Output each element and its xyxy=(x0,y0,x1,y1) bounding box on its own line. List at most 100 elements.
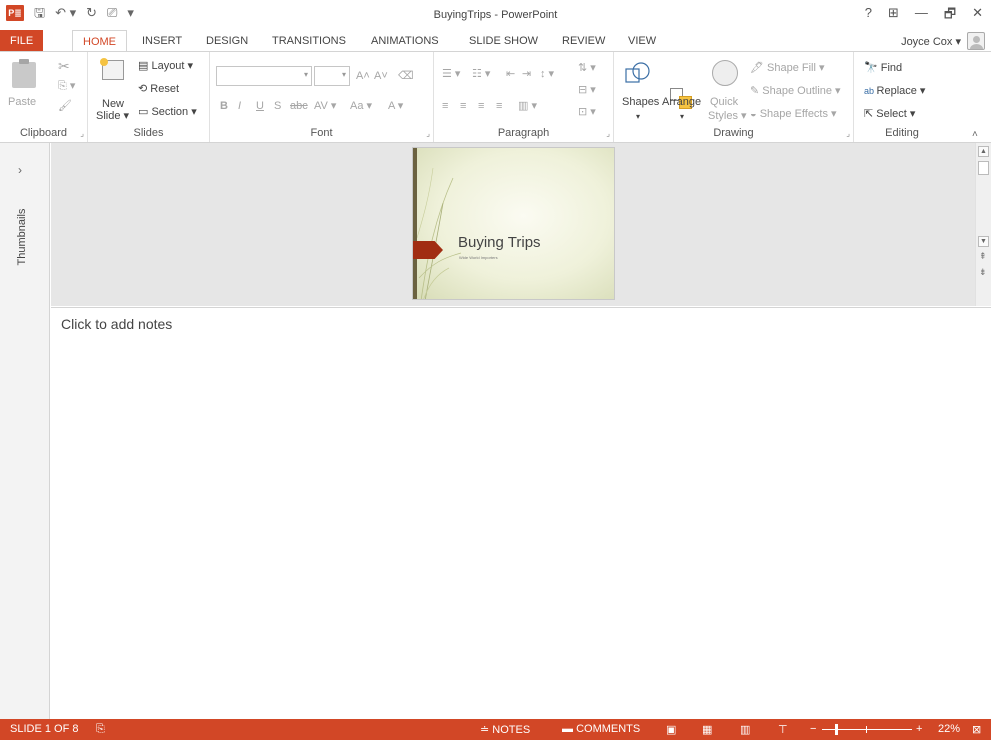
scroll-down-icon[interactable]: ▼ xyxy=(978,236,989,247)
window-title: BuyingTrips - PowerPoint xyxy=(433,9,558,21)
reset-button[interactable]: ⟲ Reset xyxy=(138,83,179,96)
tab-home[interactable]: HOME xyxy=(72,30,127,52)
align-text-icon[interactable]: ⊟ ▾ xyxy=(578,84,596,97)
align-left-icon[interactable]: ≡ xyxy=(442,100,448,113)
vertical-scrollbar[interactable]: ▲ ▼ ⇞ ⇟ xyxy=(975,143,991,306)
shape-fill-button[interactable]: 🖋 Shape Fill ▾ xyxy=(750,62,825,75)
minimize-icon[interactable]: — xyxy=(915,5,928,27)
notes-placeholder[interactable]: Click to add notes xyxy=(61,316,172,332)
font-color-button[interactable]: A ▾ xyxy=(388,100,403,113)
italic-button[interactable]: I xyxy=(238,100,241,113)
arrange-dropdown-icon[interactable]: ▾ xyxy=(680,110,684,123)
close-icon[interactable]: ✕ xyxy=(972,5,983,27)
quick-styles-button[interactable]: Quick xyxy=(710,96,738,109)
pen-icon: ✎ xyxy=(750,85,763,97)
line-spacing-icon[interactable]: ↕ ▾ xyxy=(540,68,554,81)
shadow-button[interactable]: S xyxy=(274,100,281,113)
quick-styles-icon[interactable] xyxy=(712,60,738,86)
tab-design[interactable]: DESIGN xyxy=(196,30,258,52)
ribbon-display-options-icon[interactable]: ⊞ xyxy=(888,5,899,27)
increase-indent-icon[interactable]: ⇥ xyxy=(522,68,531,81)
new-slide-icon[interactable] xyxy=(100,58,124,80)
tab-transitions[interactable]: TRANSITIONS xyxy=(262,30,356,52)
normal-view-icon[interactable]: ▣ xyxy=(666,723,676,736)
text-direction-icon[interactable]: ⇅ ▾ xyxy=(578,62,596,75)
tab-review[interactable]: REVIEW xyxy=(552,30,615,52)
font-launcher-icon[interactable]: ⌟ xyxy=(426,129,430,138)
tab-insert[interactable]: INSERT xyxy=(132,30,192,52)
tab-file[interactable]: FILE xyxy=(0,30,44,52)
spell-check-icon[interactable]: ⎘ xyxy=(96,723,105,736)
grow-font-button[interactable]: A˄ xyxy=(356,70,370,83)
zoom-slider-thumb[interactable] xyxy=(835,724,838,735)
tab-slide-show[interactable]: SLIDE SHOW xyxy=(459,30,548,52)
convert-smartart-icon[interactable]: ⊡ ▾ xyxy=(578,106,596,119)
comments-button[interactable]: ▬ COMMENTS xyxy=(562,723,640,735)
columns-icon[interactable]: ▥ ▾ xyxy=(518,100,537,113)
shape-outline-button[interactable]: ✎ Shape Outline ▾ xyxy=(750,85,841,98)
slide-show-icon[interactable]: ⊤ xyxy=(778,723,788,736)
strikethrough-button[interactable]: abc xyxy=(290,100,308,113)
previous-slide-icon[interactable]: ⇞ xyxy=(979,251,987,262)
shapes-dropdown-icon[interactable]: ▾ xyxy=(636,110,640,123)
cut-icon[interactable]: ✂ xyxy=(58,59,70,73)
new-slide-dropdown[interactable]: Slide ▾ xyxy=(96,110,129,123)
shapes-button[interactable]: Shapes xyxy=(622,96,659,109)
bold-button[interactable]: B xyxy=(220,100,228,113)
zoom-in-icon[interactable]: + xyxy=(916,723,922,735)
help-icon[interactable]: ? xyxy=(865,5,872,27)
change-case-button[interactable]: Aa ▾ xyxy=(350,100,372,113)
slide-sorter-icon[interactable]: ▦ xyxy=(702,723,712,736)
bullets-icon[interactable]: ☰ ▾ xyxy=(442,68,460,81)
paste-icon[interactable] xyxy=(12,59,36,88)
numbering-icon[interactable]: ☷ ▾ xyxy=(472,68,490,81)
character-spacing-button[interactable]: AV ▾ xyxy=(314,100,336,113)
clipboard-launcher-icon[interactable]: ⌟ xyxy=(80,129,84,138)
font-family-dropdown[interactable]: ▾ xyxy=(216,66,312,86)
tab-view[interactable]: VIEW xyxy=(618,30,666,52)
align-right-icon[interactable]: ≡ xyxy=(478,100,484,113)
clear-formatting-icon[interactable]: ⌫ xyxy=(398,70,414,83)
fit-to-window-icon[interactable]: ⊠ xyxy=(972,723,981,736)
tab-animations[interactable]: ANIMATIONS xyxy=(361,30,449,52)
notes-pane[interactable]: Click to add notes xyxy=(51,307,991,719)
shapes-icon[interactable] xyxy=(624,60,652,86)
slide-counter[interactable]: SLIDE 1 OF 8 xyxy=(10,723,78,735)
scroll-up-icon[interactable]: ▲ xyxy=(978,146,989,157)
reading-view-icon[interactable]: ▥ xyxy=(740,723,750,736)
expand-thumbnails-icon[interactable]: › xyxy=(18,163,22,177)
copy-icon[interactable]: ⎘ ▾ xyxy=(58,80,75,93)
notes-button[interactable]: ≐ NOTES xyxy=(480,723,530,736)
underline-button[interactable]: U xyxy=(256,100,264,113)
format-painter-icon[interactable]: 🖌 xyxy=(58,100,72,113)
layout-button[interactable]: ▤ Layout ▾ xyxy=(138,60,193,73)
slide-canvas[interactable]: Buying Trips Wide World Importers xyxy=(412,147,615,300)
paste-button[interactable]: Paste xyxy=(8,96,36,109)
avatar[interactable] xyxy=(967,32,985,50)
next-slide-icon[interactable]: ⇟ xyxy=(979,267,987,278)
zoom-level[interactable]: 22% xyxy=(938,723,960,735)
shape-effects-button[interactable]: ◒ Shape Effects ▾ xyxy=(750,108,837,121)
slide-title[interactable]: Buying Trips xyxy=(458,234,541,251)
user-name[interactable]: Joyce Cox ▾ xyxy=(901,35,961,48)
justify-icon[interactable]: ≡ xyxy=(496,100,502,113)
arrange-button[interactable]: Arrange xyxy=(662,96,701,109)
align-center-icon[interactable]: ≡ xyxy=(460,100,466,113)
section-button[interactable]: ▭ Section ▾ xyxy=(138,106,197,119)
drawing-launcher-icon[interactable]: ⌟ xyxy=(846,129,850,138)
shrink-font-button[interactable]: A˅ xyxy=(374,70,388,83)
select-button[interactable]: ⇱ Select ▾ xyxy=(864,108,915,121)
font-size-dropdown[interactable]: ▾ xyxy=(314,66,350,86)
scroll-thumb[interactable] xyxy=(978,161,989,175)
restore-icon[interactable]: 🗗 xyxy=(944,5,956,27)
replace-button[interactable]: ab Replace ▾ xyxy=(864,85,925,98)
quick-styles-dropdown[interactable]: Styles ▾ xyxy=(708,110,747,123)
paragraph-launcher-icon[interactable]: ⌟ xyxy=(606,129,610,138)
zoom-out-icon[interactable]: − xyxy=(810,723,816,735)
slide-subtitle[interactable]: Wide World Importers xyxy=(459,255,498,260)
decrease-indent-icon[interactable]: ⇤ xyxy=(506,68,515,81)
find-button[interactable]: 🔭 Find xyxy=(864,62,902,75)
collapse-ribbon-icon[interactable]: ˄ xyxy=(972,128,978,141)
user-account[interactable]: Joyce Cox ▾ xyxy=(901,32,985,50)
thumbnails-label[interactable]: Thumbnails xyxy=(16,207,28,267)
